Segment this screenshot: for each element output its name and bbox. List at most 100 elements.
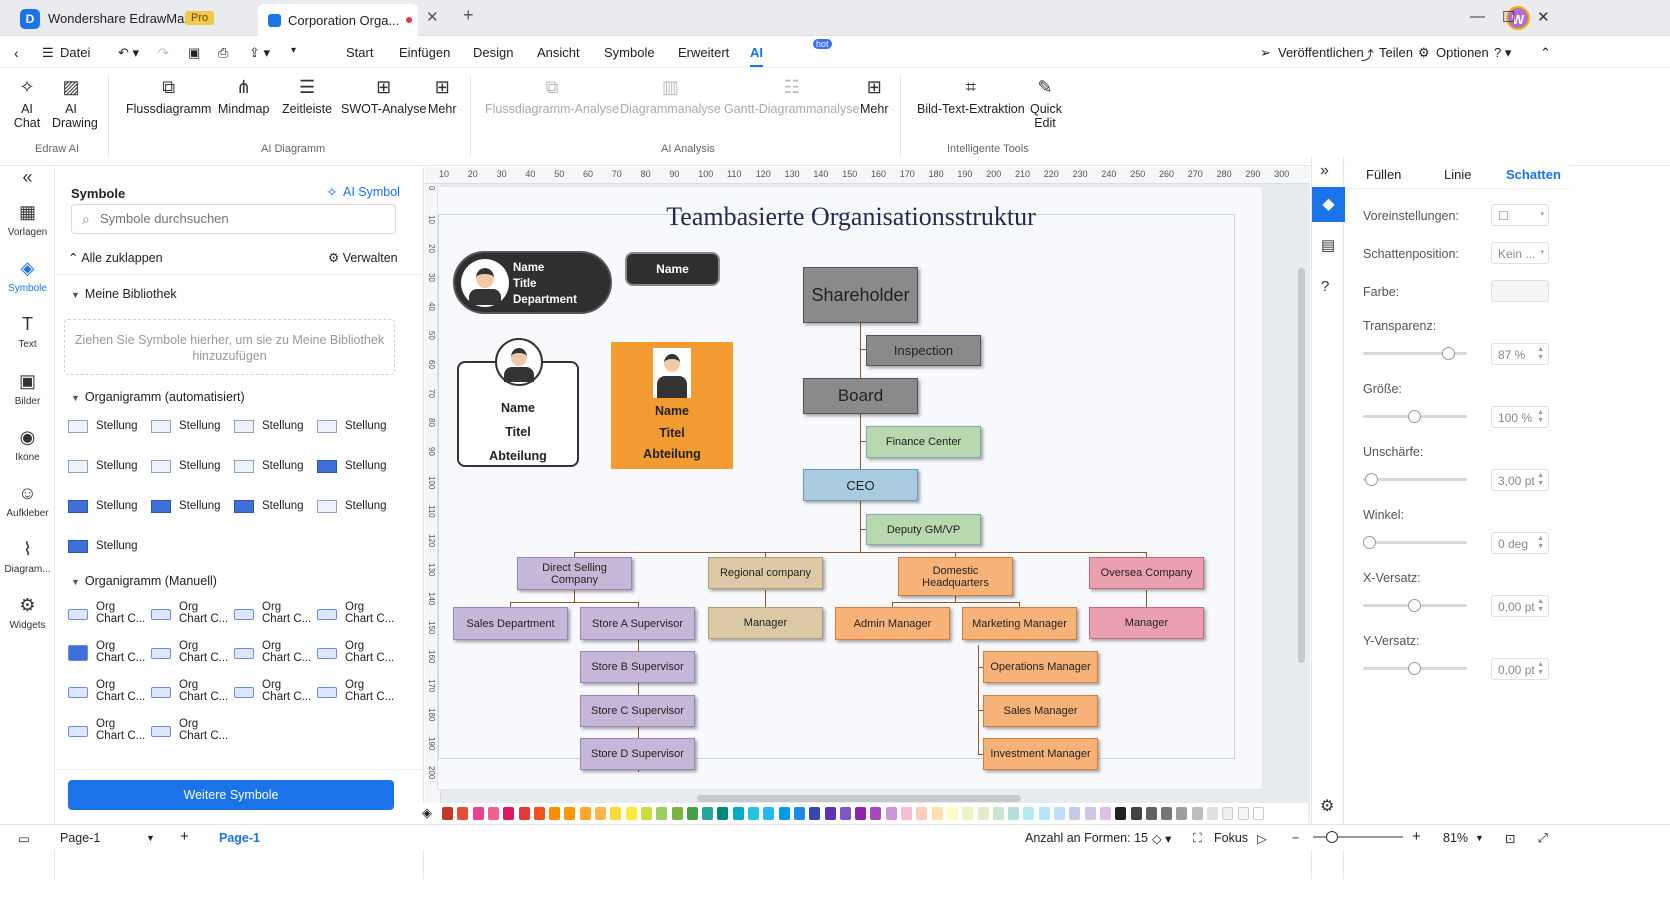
color-swatch[interactable]	[442, 807, 453, 820]
more-diagram-button[interactable]: ⊞ Mehr	[428, 76, 456, 116]
redo-icon[interactable]: ↷	[158, 45, 169, 61]
color-swatch[interactable]	[686, 807, 698, 820]
angle-slider[interactable]	[1363, 536, 1467, 549]
drawing-page[interactable]: Teambasierte Organisationsstruktur Name …	[437, 186, 1263, 790]
color-swatch[interactable]	[1191, 807, 1203, 820]
node-investment-manager[interactable]: Investment Manager	[983, 738, 1098, 770]
color-swatch[interactable]	[1038, 807, 1050, 820]
org-manual-symbol[interactable]: Org Chart C...	[317, 679, 399, 709]
collapse-all-button[interactable]: ⌃ Alle zuklappen	[68, 250, 163, 265]
menu-ai[interactable]: AI	[750, 45, 763, 67]
color-swatch[interactable]	[717, 807, 729, 820]
collapse-ribbon-icon[interactable]: ⌃	[1540, 45, 1551, 61]
org-auto-symbol[interactable]: Stellung	[151, 498, 233, 518]
org-manual-symbol[interactable]: Org Chart C...	[151, 601, 233, 631]
node-oversea-manager[interactable]: Manager	[1089, 607, 1204, 639]
org-auto-symbol[interactable]: Stellung	[234, 458, 316, 478]
color-swatch[interactable]	[564, 807, 576, 820]
vertical-scrollbar[interactable]	[1298, 268, 1305, 663]
org-manual-symbol[interactable]: Org Chart C...	[68, 601, 150, 631]
search-input[interactable]	[100, 211, 380, 226]
minimize-icon[interactable]: —	[1470, 8, 1485, 25]
org-manual-symbol[interactable]: Org Chart C...	[234, 601, 316, 631]
size-slider[interactable]	[1363, 410, 1467, 423]
employee-card-orange[interactable]: Name Titel Abteilung	[611, 342, 733, 469]
org-auto-symbol[interactable]: Stellung	[317, 418, 399, 438]
color-swatch[interactable]	[870, 807, 882, 820]
color-swatch[interactable]	[549, 807, 561, 820]
fill-tool-icon[interactable]: ◆	[1312, 187, 1345, 222]
node-admin-manager[interactable]: Admin Manager	[835, 607, 950, 640]
org-manual-symbol[interactable]: Org Chart C...	[317, 601, 399, 631]
org-manual-symbol[interactable]: Org Chart C...	[68, 679, 150, 709]
ai-symbol-button[interactable]: AI Symbol	[343, 185, 400, 199]
color-swatch[interactable]	[778, 807, 790, 820]
symbol-search[interactable]: ⌕	[71, 204, 396, 234]
color-swatch[interactable]	[1145, 807, 1157, 820]
color-swatch[interactable]	[916, 807, 928, 820]
play-icon[interactable]: ▷	[1257, 831, 1267, 846]
name-pill[interactable]: Name	[625, 252, 720, 286]
color-swatch[interactable]	[1207, 807, 1218, 820]
org-manual-symbol[interactable]: Org Chart C...	[234, 640, 316, 670]
focus-button[interactable]: Fokus	[1214, 831, 1248, 845]
color-swatch[interactable]	[1222, 807, 1234, 820]
page-select[interactable]: Page-1	[60, 831, 100, 845]
presets-select[interactable]: ☐ ▾	[1491, 204, 1549, 226]
color-swatch[interactable]	[518, 807, 530, 820]
org-auto-symbol[interactable]: Stellung	[151, 458, 233, 478]
my-library-header[interactable]: ▼ Meine Bibliothek	[71, 287, 177, 301]
stepper-icon[interactable]: ▲ ▼	[1537, 409, 1544, 425]
chart-analysis-button[interactable]: ▥ Diagrammanalyse	[620, 76, 721, 116]
color-swatch[interactable]	[1176, 807, 1188, 820]
color-swatch[interactable]	[962, 807, 974, 820]
zoom-in-icon[interactable]: +	[1412, 828, 1421, 845]
transparency-slider[interactable]	[1363, 347, 1467, 360]
leftbar-templates[interactable]: ▦ Vorlagen	[0, 202, 55, 238]
tab-line[interactable]: Linie	[1444, 167, 1471, 182]
color-picker[interactable]	[1491, 280, 1549, 302]
blur-slider[interactable]	[1363, 473, 1467, 486]
tab-fill[interactable]: Füllen	[1366, 167, 1401, 182]
flowchart-button[interactable]: ⧉ Flussdiagramm	[126, 76, 211, 116]
org-auto-symbol[interactable]: Stellung	[68, 538, 150, 558]
color-swatch[interactable]	[1161, 807, 1173, 820]
node-regional[interactable]: Regional company	[708, 557, 823, 589]
fill-bucket-icon[interactable]: ◈	[422, 805, 432, 821]
settings-icon[interactable]: ⚙	[1320, 796, 1334, 816]
color-swatch[interactable]	[625, 807, 637, 820]
more-analysis-button[interactable]: ⊞ Mehr	[860, 76, 888, 116]
color-swatch[interactable]	[855, 807, 867, 820]
employee-card-dark[interactable]: Name Title Department	[453, 251, 612, 314]
color-swatch[interactable]	[533, 807, 545, 820]
quick-edit-button[interactable]: ✎ Quick Edit	[1030, 76, 1062, 130]
undo-icon[interactable]: ↶ ▾	[118, 45, 139, 61]
more-symbols-button[interactable]: Weitere Symbole	[68, 780, 394, 810]
page-tool-icon[interactable]: ▤	[1321, 236, 1335, 254]
horizontal-scrollbar[interactable]	[697, 795, 1021, 802]
document-tab[interactable]: Corporation Orga...	[258, 4, 418, 36]
color-swatch[interactable]	[1099, 807, 1111, 820]
color-swatch[interactable]	[579, 807, 591, 820]
slider-knob[interactable]	[1408, 410, 1421, 423]
color-swatch[interactable]	[748, 807, 759, 820]
color-swatch[interactable]	[732, 807, 744, 820]
share-icon[interactable]: ⤴	[1361, 45, 1374, 64]
color-swatch[interactable]	[885, 807, 897, 820]
org-auto-symbol[interactable]: Stellung	[317, 458, 399, 478]
close-tab-icon[interactable]: ✕	[426, 8, 439, 26]
org-auto-header[interactable]: ▼ Organigramm (automatisiert)	[71, 390, 245, 404]
color-swatch[interactable]	[671, 807, 683, 820]
leftbar-icons[interactable]: ◉ Ikone	[0, 427, 55, 463]
color-swatch[interactable]	[931, 807, 943, 820]
color-swatch[interactable]	[640, 807, 652, 820]
leftbar-symbols[interactable]: ◈ Symbole	[0, 258, 55, 294]
color-swatch[interactable]	[1069, 807, 1081, 820]
color-swatch[interactable]	[1252, 807, 1264, 820]
publish-icon[interactable]: ➢	[1260, 45, 1271, 61]
employee-card-white[interactable]: Name Titel Abteilung	[457, 338, 579, 467]
color-swatch[interactable]	[610, 807, 622, 820]
color-swatch[interactable]	[946, 807, 958, 820]
color-swatch[interactable]	[503, 807, 515, 820]
y-offset-slider[interactable]	[1363, 662, 1467, 675]
